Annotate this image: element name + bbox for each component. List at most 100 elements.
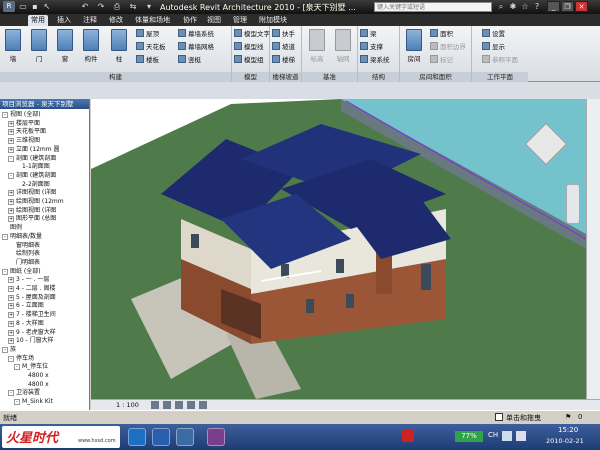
set-button[interactable]: 设置 bbox=[482, 29, 505, 40]
browser-tree-item[interactable]: - 明细表/数量 bbox=[2, 232, 42, 241]
expand-toggle-icon[interactable]: - bbox=[8, 155, 14, 162]
model-line-button[interactable]: 模型线 bbox=[234, 42, 264, 53]
expand-toggle-icon[interactable]: + bbox=[8, 303, 14, 310]
redo-icon[interactable]: ↷ bbox=[96, 2, 106, 12]
browser-tree-item[interactable]: - M_停车位 bbox=[14, 362, 48, 371]
save-icon[interactable]: ▪ bbox=[30, 2, 40, 12]
3d-viewport[interactable] bbox=[91, 99, 586, 399]
house-model-view[interactable] bbox=[91, 99, 586, 399]
communication-icon[interactable]: ☆ bbox=[520, 2, 530, 12]
press-drag-checkbox[interactable] bbox=[495, 413, 503, 421]
browser-tree-item[interactable]: + 图形平面 (总图 bbox=[8, 214, 56, 223]
browser-tree-item[interactable]: + 天花板平面 bbox=[8, 127, 46, 136]
tab-massing-site[interactable]: 体量和场地 bbox=[132, 15, 173, 26]
browser-tree-item[interactable]: - M_Sink Kit bbox=[14, 397, 53, 406]
browser-tree-item[interactable]: - 剖面 (建筑剖面 bbox=[8, 154, 56, 163]
browser-tree-item[interactable]: +10 - 门窗大样 bbox=[8, 336, 54, 345]
browser-tree-item[interactable]: 4800 x bbox=[20, 380, 49, 389]
volume-icon[interactable] bbox=[516, 431, 526, 441]
subscription-icon[interactable]: ✱ bbox=[508, 2, 518, 12]
model-group-button[interactable]: 模型组 bbox=[234, 55, 264, 66]
room-button[interactable]: 房间 bbox=[403, 29, 425, 63]
brace-button[interactable]: 支撑 bbox=[360, 42, 383, 53]
tab-home[interactable]: 常用 bbox=[28, 15, 48, 26]
detail-level-icon[interactable] bbox=[151, 401, 159, 409]
beam-system-button[interactable]: 梁系统 bbox=[360, 55, 390, 66]
grid-button[interactable]: 轴网 bbox=[332, 29, 354, 63]
browser-tree-item[interactable]: + 立面 (12mm 圆 bbox=[8, 145, 59, 154]
browser-tree-item[interactable]: +8 - 大样图 bbox=[8, 319, 44, 328]
tab-view[interactable]: 视图 bbox=[204, 15, 224, 26]
network-icon[interactable] bbox=[502, 431, 512, 441]
app-menu-icon[interactable]: R bbox=[3, 1, 15, 12]
undo-icon[interactable]: ↶ bbox=[80, 2, 90, 12]
expand-toggle-icon[interactable]: + bbox=[8, 120, 14, 127]
expand-toggle-icon[interactable]: - bbox=[8, 390, 14, 397]
tag-button[interactable]: 标记 bbox=[430, 55, 453, 66]
model-text-button[interactable]: 模型文字 bbox=[234, 29, 270, 40]
browser-tree-item[interactable]: 2-2剖面图 bbox=[14, 180, 50, 189]
area-button[interactable]: 面积 bbox=[430, 29, 453, 40]
language-indicator[interactable]: CH bbox=[488, 431, 498, 439]
browser-tree-item[interactable]: - 图纸 (全部) bbox=[2, 267, 41, 276]
outlook-icon[interactable] bbox=[128, 428, 146, 446]
browser-tree-item[interactable]: 窗明细表 bbox=[8, 241, 40, 250]
app-icon[interactable] bbox=[176, 428, 194, 446]
expand-toggle-icon[interactable]: + bbox=[8, 329, 14, 336]
tab-collaborate[interactable]: 协作 bbox=[180, 15, 200, 26]
browser-tree-item[interactable]: 绘制列表 bbox=[8, 249, 40, 258]
expand-toggle-icon[interactable]: - bbox=[2, 268, 8, 275]
help-icon[interactable]: ? bbox=[532, 2, 542, 12]
minimize-button[interactable]: _ bbox=[547, 1, 560, 12]
expand-toggle-icon[interactable]: + bbox=[8, 277, 14, 284]
ref-plane-button[interactable]: 参照平面 bbox=[482, 55, 518, 66]
tab-annotate[interactable]: 注释 bbox=[80, 15, 100, 26]
search-icon[interactable]: ⌕ bbox=[496, 2, 506, 12]
browser-tree-item[interactable]: - 停车场 bbox=[8, 354, 34, 363]
expand-toggle-icon[interactable]: + bbox=[8, 146, 14, 153]
dropdown-icon[interactable]: ▾ bbox=[144, 2, 154, 12]
open-icon[interactable]: ▭ bbox=[18, 2, 28, 12]
expand-toggle-icon[interactable]: + bbox=[8, 338, 14, 345]
stair-button[interactable]: 楼梯 bbox=[272, 55, 295, 66]
expand-toggle-icon[interactable]: + bbox=[8, 199, 14, 205]
expand-toggle-icon[interactable]: - bbox=[2, 346, 8, 353]
expand-toggle-icon[interactable]: - bbox=[14, 364, 20, 371]
beam-button[interactable]: 梁 bbox=[360, 29, 377, 40]
expand-toggle-icon[interactable]: + bbox=[8, 286, 14, 292]
shadows-icon[interactable] bbox=[175, 401, 183, 409]
crop-view-icon[interactable] bbox=[187, 401, 195, 409]
railing-button[interactable]: 扶手 bbox=[272, 29, 295, 40]
temp-hide-icon[interactable] bbox=[199, 401, 207, 409]
visual-style-icon[interactable] bbox=[163, 401, 171, 409]
expand-toggle-icon[interactable]: - bbox=[14, 399, 20, 406]
expand-toggle-icon[interactable]: + bbox=[8, 216, 14, 223]
door-button[interactable]: 门 bbox=[28, 29, 50, 63]
revit-task-icon[interactable] bbox=[207, 428, 225, 446]
browser-tree-item[interactable]: + 详图视图 (详图 bbox=[8, 188, 56, 197]
browser-tree-item[interactable]: +3 - 一 . 一层 bbox=[8, 275, 50, 284]
level-button[interactable]: 标高 bbox=[306, 29, 328, 63]
browser-tree-item[interactable]: 1-1剖面图 bbox=[14, 162, 50, 171]
mullion-button[interactable]: 竖梃 bbox=[178, 55, 201, 66]
tab-manage[interactable]: 管理 bbox=[230, 15, 250, 26]
ramp-button[interactable]: 坡道 bbox=[272, 42, 295, 53]
wall-button[interactable]: 墙 bbox=[2, 29, 24, 63]
expand-toggle-icon[interactable]: - bbox=[2, 112, 8, 118]
word-icon[interactable] bbox=[152, 428, 170, 446]
tab-insert[interactable]: 插入 bbox=[54, 15, 74, 26]
expand-toggle-icon[interactable]: - bbox=[2, 233, 8, 240]
browser-tree-item[interactable]: +7 - 楼梯卫生间 bbox=[8, 310, 56, 319]
curtain-system-button[interactable]: 幕墙系统 bbox=[178, 29, 214, 40]
close-button[interactable]: ✕ bbox=[575, 1, 588, 12]
window-button[interactable]: 窗 bbox=[54, 29, 76, 63]
expand-toggle-icon[interactable]: + bbox=[8, 320, 14, 327]
browser-tree-item[interactable]: 门明细表 bbox=[8, 258, 40, 267]
expand-toggle-icon[interactable]: - bbox=[8, 172, 14, 179]
roof-button[interactable]: 屋顶 bbox=[136, 29, 159, 40]
expand-toggle-icon[interactable]: + bbox=[8, 138, 14, 145]
browser-tree-item[interactable]: - 卫浴装置 bbox=[8, 388, 40, 397]
browser-tree-item[interactable]: +6 - 立面图 bbox=[8, 301, 44, 310]
browser-tree-item[interactable]: + 绘图视图 (详图 bbox=[8, 206, 56, 215]
browser-tree-item[interactable]: + 三维视图 bbox=[8, 136, 40, 145]
